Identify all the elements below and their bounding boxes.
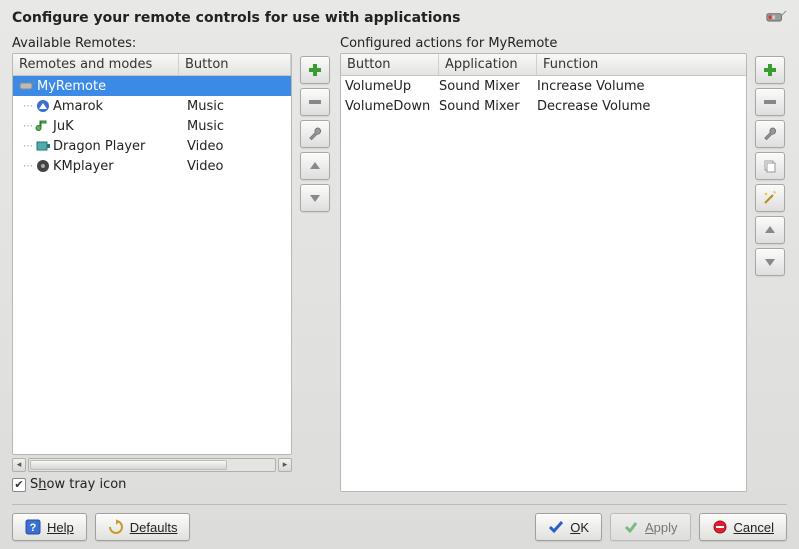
add-icon <box>762 62 778 78</box>
ok-label: OK <box>570 520 589 535</box>
cancel-icon <box>712 519 728 535</box>
scroll-right-icon[interactable]: ▸ <box>278 458 292 472</box>
copy-icon <box>762 158 778 174</box>
remotes-hscroll[interactable]: ◂ ▸ <box>12 457 292 473</box>
scroll-track[interactable] <box>28 458 276 472</box>
help-button[interactable]: ? Help <box>12 513 87 541</box>
up-button[interactable] <box>300 152 330 180</box>
remotes-header[interactable]: Remotes and modes Button <box>13 54 291 76</box>
remote-icon <box>19 78 35 94</box>
tree-row-name: KMplayer <box>53 159 114 174</box>
remotes-tree[interactable]: Remotes and modes Button MyRemote⋯Amarok… <box>12 53 292 455</box>
add-button[interactable] <box>755 56 785 84</box>
defaults-label: Defaults <box>130 520 178 535</box>
header-function[interactable]: Function <box>537 54 746 75</box>
cancel-button[interactable]: Cancel <box>699 513 787 541</box>
apply-button[interactable]: Apply <box>610 513 691 541</box>
add-button[interactable] <box>300 56 330 84</box>
kmplayer-icon <box>35 158 51 174</box>
footer-separator <box>12 504 787 505</box>
wrench-icon <box>307 126 323 142</box>
action-button: VolumeUp <box>341 79 439 94</box>
remote-tree-row[interactable]: ⋯ JuK Music <box>13 116 291 136</box>
dragon-icon <box>35 138 51 154</box>
tree-row-name: MyRemote <box>37 79 106 94</box>
tree-row-button: Music <box>183 99 291 114</box>
tree-row-name: Dragon Player <box>53 139 145 154</box>
header-application[interactable]: Application <box>439 54 537 75</box>
remove-icon <box>762 94 778 110</box>
action-row[interactable]: VolumeDownSound MixerDecrease Volume <box>341 96 746 116</box>
remote-tree-row[interactable]: MyRemote <box>13 76 291 96</box>
tree-row-name: JuK <box>53 119 74 134</box>
header-remotes-modes[interactable]: Remotes and modes <box>13 54 179 75</box>
remove-button[interactable] <box>300 88 330 116</box>
tree-connector-icon: ⋯ <box>13 161 35 172</box>
defaults-icon <box>108 519 124 535</box>
copy-button[interactable] <box>755 152 785 180</box>
action-row[interactable]: VolumeUpSound MixerIncrease Volume <box>341 76 746 96</box>
defaults-button[interactable]: Defaults <box>95 513 191 541</box>
remote-header-icon <box>765 10 787 26</box>
cancel-label: Cancel <box>734 520 774 535</box>
apply-icon <box>623 519 639 535</box>
action-button: VolumeDown <box>341 99 439 114</box>
remote-tree-row[interactable]: ⋯ Amarok Music <box>13 96 291 116</box>
svg-text:?: ? <box>30 522 37 534</box>
remove-button[interactable] <box>755 88 785 116</box>
configured-actions-label: Configured actions for MyRemote <box>340 36 747 51</box>
tree-row-button: Video <box>183 159 291 174</box>
header-action-button[interactable]: Button <box>341 54 439 75</box>
checkbox-label: Show tray icon <box>30 477 126 492</box>
tree-connector-icon: ⋯ <box>13 101 35 112</box>
action-application: Sound Mixer <box>439 79 537 94</box>
action-application: Sound Mixer <box>439 99 537 114</box>
down-icon <box>307 190 323 206</box>
up-button[interactable] <box>755 216 785 244</box>
up-icon <box>762 222 778 238</box>
actions-list[interactable]: Button Application Function VolumeUpSoun… <box>340 53 747 492</box>
show-tray-icon-checkbox[interactable]: ✔ Show tray icon <box>12 477 292 492</box>
wrench-button[interactable] <box>300 120 330 148</box>
actions-header[interactable]: Button Application Function <box>341 54 746 76</box>
juk-icon <box>35 118 51 134</box>
help-label: Help <box>47 520 74 535</box>
down-icon <box>762 254 778 270</box>
checkbox-mark-icon: ✔ <box>12 478 26 492</box>
add-icon <box>307 62 323 78</box>
ok-icon <box>548 519 564 535</box>
header-button[interactable]: Button <box>179 54 291 75</box>
autowand-button[interactable] <box>755 184 785 212</box>
tree-connector-icon: ⋯ <box>13 121 35 132</box>
down-button[interactable] <box>300 184 330 212</box>
available-remotes-label: Available Remotes: <box>12 36 292 51</box>
tree-row-button: Music <box>183 119 291 134</box>
remote-tree-row[interactable]: ⋯ Dragon Player Video <box>13 136 291 156</box>
wrench-icon <box>762 126 778 142</box>
action-function: Decrease Volume <box>537 99 746 114</box>
autowand-icon <box>762 190 778 206</box>
wrench-button[interactable] <box>755 120 785 148</box>
amarok-icon <box>35 98 51 114</box>
down-button[interactable] <box>755 248 785 276</box>
up-icon <box>307 158 323 174</box>
page-title: Configure your remote controls for use w… <box>12 10 765 26</box>
tree-row-button: Video <box>183 139 291 154</box>
action-function: Increase Volume <box>537 79 746 94</box>
tree-row-name: Amarok <box>53 99 103 114</box>
help-icon: ? <box>25 519 41 535</box>
remove-icon <box>307 94 323 110</box>
scroll-left-icon[interactable]: ◂ <box>12 458 26 472</box>
tree-connector-icon: ⋯ <box>13 141 35 152</box>
scroll-thumb[interactable] <box>30 460 227 470</box>
remote-tree-row[interactable]: ⋯ KMplayer Video <box>13 156 291 176</box>
ok-button[interactable]: OK <box>535 513 602 541</box>
apply-label: Apply <box>645 520 678 535</box>
